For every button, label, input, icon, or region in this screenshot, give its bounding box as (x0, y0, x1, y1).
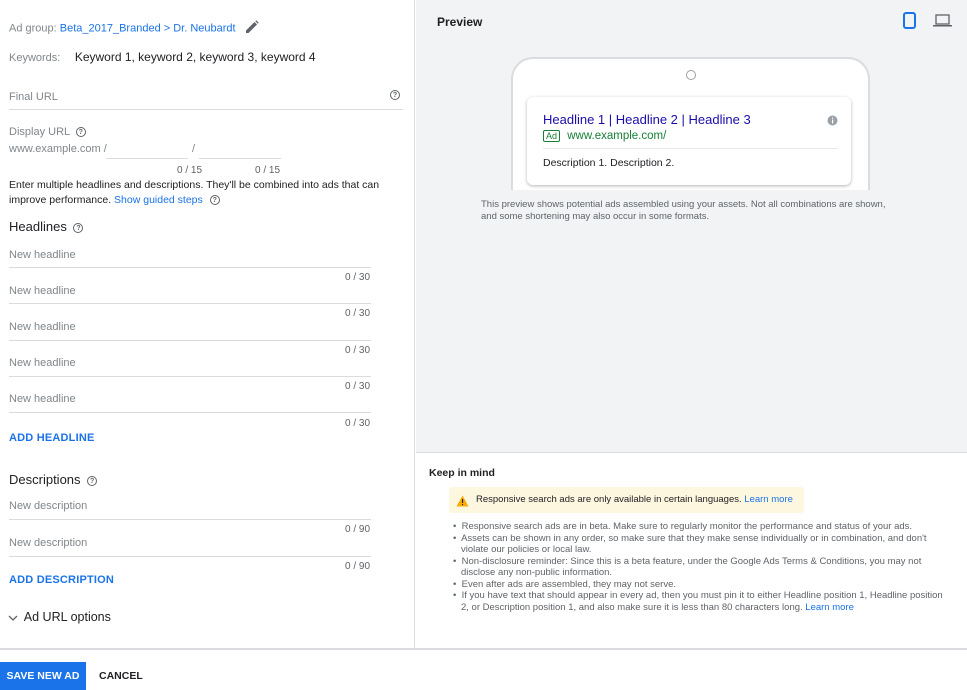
headlines-title-row: Headlines ? (9, 219, 84, 234)
ad-badge: Ad (543, 129, 561, 142)
ad-url-row: Ad www.example.com/ (543, 129, 667, 142)
path1-input[interactable] (106, 158, 188, 159)
add-description-button[interactable]: ADD DESCRIPTION (9, 574, 114, 586)
warning-icon (456, 494, 469, 512)
footer-bar (0, 648, 967, 690)
keywords-row: Keywords: Keyword 1, keyword 2, keyword … (9, 48, 316, 66)
headline-counter-4: 0 / 30 (345, 381, 371, 392)
path2-counter: 0 / 15 (255, 165, 281, 176)
headline-underline (9, 412, 371, 413)
phone-camera (686, 70, 696, 80)
description-underline (9, 519, 371, 520)
headline-counter-5: 0 / 30 (345, 418, 371, 429)
final-url-input[interactable]: Final URL (9, 91, 58, 103)
warning-text: Responsive search ads are only available… (476, 494, 742, 505)
headlines-title: Headlines (9, 219, 67, 234)
list-item: • Assets can be shown in any order, so m… (453, 532, 927, 544)
pin-learn-more-link[interactable]: Learn more (805, 602, 854, 613)
headline-input-5[interactable]: New headline (9, 393, 76, 405)
keywords-value: Keyword 1, keyword 2, keyword 3, keyword… (74, 50, 316, 64)
description-input-2[interactable]: New description (9, 537, 87, 549)
list-item: violate our policies or local law. (461, 544, 592, 555)
list-item: • Responsive search ads are in beta. Mak… (453, 521, 913, 532)
mobile-icon[interactable] (903, 12, 916, 34)
headline-input-4[interactable]: New headline (9, 357, 76, 369)
help-icon[interactable]: ? (87, 475, 98, 486)
ad-display-url: www.example.com/ (567, 130, 667, 142)
preview-caption: This preview shows potential ads assembl… (481, 199, 885, 222)
description-underline (9, 556, 371, 557)
list-item: • Non-disclosure reminder: Since this is… (453, 555, 922, 567)
ad-description: Description 1. Description 2. (543, 157, 675, 169)
headline-input-2[interactable]: New headline (9, 285, 76, 297)
display-url-label-row: Display URL ? (9, 126, 86, 138)
display-url-label: Display URL (9, 126, 70, 138)
ad-group-link[interactable]: Beta_2017_Branded > Dr. Neubardt (60, 22, 236, 34)
cancel-button[interactable]: CANCEL (99, 662, 143, 690)
headline-underline (9, 376, 371, 377)
keywords-label: Keywords: (9, 52, 61, 64)
keep-in-mind-list: • Responsive search ads are in beta. Mak… (453, 521, 943, 613)
headline-counter-2: 0 / 30 (345, 308, 371, 319)
list-item: • If you have text that should appear in… (453, 590, 943, 601)
headline-counter-3: 0 / 30 (345, 345, 371, 356)
headline-underline (9, 340, 371, 341)
headline-underline (9, 267, 371, 268)
headline-input-3[interactable]: New headline (9, 321, 76, 333)
ad-group-label: Ad group: (9, 22, 57, 35)
help-icon[interactable]: ? (73, 222, 84, 233)
list-item: 2, or Description position 1, and also m… (461, 601, 854, 613)
ad-divider (543, 148, 838, 149)
intro-text: Enter multiple headlines and description… (9, 178, 379, 208)
preview-caption-line-1: This preview shows potential ads assembl… (481, 199, 886, 210)
preview-title: Preview (437, 15, 483, 29)
headline-counter-1: 0 / 30 (345, 272, 371, 283)
intro-line-2: improve performance. (9, 194, 112, 206)
headline-underline (9, 303, 371, 304)
descriptions-title: Descriptions (9, 472, 81, 487)
path2-input[interactable] (199, 158, 281, 159)
add-headline-button[interactable]: ADD HEADLINE (9, 432, 95, 444)
headline-input-1[interactable]: New headline (9, 249, 76, 261)
final-url-underline (9, 109, 403, 110)
descriptions-title-row: Descriptions ? (9, 472, 98, 487)
ad-group-row: Ad group: Beta_2017_Branded > Dr. Neubar… (9, 20, 259, 37)
ad-url-options-label: Ad URL options (23, 610, 111, 624)
keep-in-mind-title: Keep in mind (429, 467, 495, 479)
intro-line-1: Enter multiple headlines and description… (9, 179, 380, 191)
path-separator: / (192, 143, 196, 155)
chevron-down-icon (8, 611, 18, 625)
description-counter-1: 0 / 90 (345, 524, 371, 535)
path1-counter: 0 / 15 (177, 165, 203, 176)
display-url-base: www.example.com / (9, 143, 107, 155)
ad-headline: Headline 1 | Headline 2 | Headline 3 (543, 112, 751, 127)
help-icon[interactable]: ? (390, 86, 400, 104)
preview-caption-line-2: and some shortening may also occur in so… (481, 210, 710, 222)
ad-url-options-toggle[interactable]: Ad URL options (8, 610, 111, 625)
help-icon[interactable]: ? (75, 127, 86, 138)
list-item: disclose any non-public information. (461, 567, 613, 578)
warning-learn-more-link[interactable]: Learn more (744, 494, 793, 505)
help-icon[interactable]: ? (209, 195, 220, 206)
list-item: • Even after ads are assembled, they may… (453, 578, 676, 590)
save-new-ad-button[interactable]: SAVE NEW AD (0, 662, 86, 690)
info-icon[interactable] (827, 113, 838, 131)
pencil-icon[interactable] (245, 20, 259, 37)
warning-text-row: Responsive search ads are only available… (476, 494, 793, 505)
description-input-1[interactable]: New description (9, 500, 87, 512)
description-counter-2: 0 / 90 (345, 561, 371, 572)
ad-editor-panel: Ad group: Beta_2017_Branded > Dr. Neubar… (0, 0, 415, 648)
guided-steps-link[interactable]: Show guided steps (114, 194, 203, 206)
desktop-icon[interactable] (933, 14, 952, 32)
